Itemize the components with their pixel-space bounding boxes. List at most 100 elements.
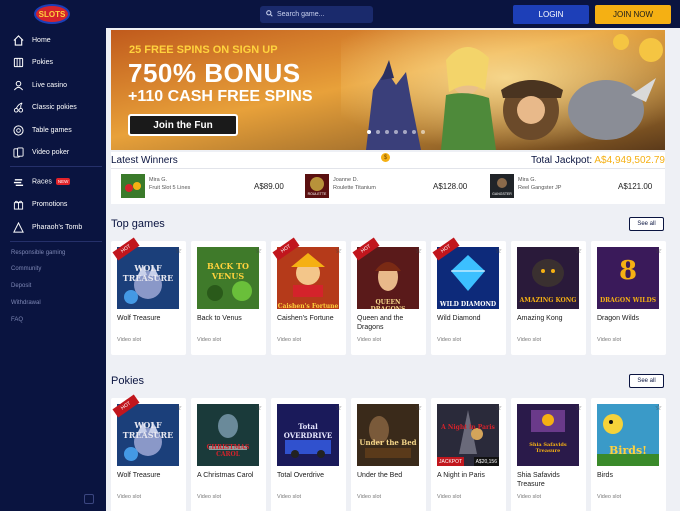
favorite-star-icon[interactable]: ☆ (655, 403, 662, 412)
search-placeholder: Search game... (277, 11, 325, 18)
game-type: Video slot (277, 337, 302, 343)
game-name: Wild Diamond (437, 315, 481, 322)
game-artwork: BACK TO VENUS (197, 247, 259, 309)
favorite-star-icon[interactable]: ☆ (495, 246, 502, 255)
game-card[interactable]: QUEEN DRAGONSHOT☆Queen and the DragonsVi… (351, 237, 426, 355)
game-card[interactable]: Caishen's Fortune HOT ☆ Caishen's Fortune Vi… (271, 237, 346, 355)
carousel-dot[interactable] (412, 130, 416, 134)
game-type: Video slot (597, 337, 622, 343)
sidebar-item-pharaohs-tomb[interactable]: Pharaoh's Tomb (0, 218, 106, 236)
site-logo[interactable]: SLOTS (32, 2, 72, 27)
game-card[interactable]: Under the Bed ☆ Under the Bed Video slot (351, 398, 426, 511)
winner-entry[interactable]: ROULETTE Joanne D. Roulette Titanium A$1… (305, 174, 475, 198)
game-card[interactable]: 8 DRAGON WILDS ☆ Dragon Wilds Video slot (591, 241, 666, 355)
sidebar-item-promotions[interactable]: Promotions (0, 195, 106, 213)
game-name: A Christmas Carol (197, 472, 254, 479)
login-button[interactable]: LOGIN (513, 5, 589, 24)
game-name: Total Overdrive (277, 472, 325, 479)
pokies-see-all-button[interactable]: See all (629, 374, 664, 388)
carousel-dot[interactable] (403, 130, 407, 134)
sidebar-item-label: Home (32, 36, 51, 44)
cards-icon (12, 146, 24, 158)
logo-text: SLOTS (39, 10, 66, 19)
game-type: Video slot (117, 494, 142, 500)
winner-amount: A$128.00 (433, 182, 468, 191)
game-card[interactable]: AMAZING KONG ☆ Amazing Kong Video slot (511, 241, 586, 355)
game-thumbnail: ROULETTE (305, 174, 329, 198)
favorite-star-icon[interactable]: ☆ (655, 246, 662, 255)
game-type: Video slot (277, 494, 302, 500)
sidebar-item-classic-pokies[interactable]: Classic pokies (0, 98, 106, 116)
game-artwork-title: Caishen's Fortune (277, 303, 339, 309)
game-artwork: CHRISTMAS CAROL (197, 404, 259, 466)
favorite-star-icon[interactable]: ☆ (575, 403, 582, 412)
favorite-star-icon[interactable]: ☆ (175, 403, 182, 412)
favorite-star-icon[interactable]: ☆ (255, 246, 262, 255)
search-input[interactable]: Search game... (260, 6, 373, 23)
carousel-dot[interactable] (385, 130, 389, 134)
sidebar-item-live-casino[interactable]: Live casino (0, 76, 106, 94)
game-type: Video slot (517, 337, 542, 343)
banner-carousel-dots (367, 130, 425, 134)
link-responsible-gaming[interactable]: Responsible gaming (11, 250, 65, 256)
join-the-fun-button[interactable]: Join the Fun (128, 114, 238, 136)
game-artwork: A Night in Paris JACKPOT A$20,156 (437, 404, 499, 466)
game-artwork-title: Shia Safavids Treasure (529, 442, 567, 454)
game-type: Video slot (517, 494, 542, 500)
favorite-star-icon[interactable]: ☆ (175, 246, 182, 255)
coin-icon: $ (381, 153, 390, 162)
carousel-dot[interactable] (367, 130, 371, 134)
game-card[interactable]: BACK TO VENUS ☆ Back to Venus Video slot (191, 241, 266, 355)
game-card[interactable]: WILD DIAMOND HOT ☆ Wild Diamond Video slot (431, 237, 506, 355)
link-withdrawal[interactable]: Withdrawal (11, 300, 41, 306)
game-card[interactable]: Birds! ☆ Birds Video slot (591, 398, 666, 511)
game-artwork: Shia Safavids Treasure (517, 404, 579, 466)
sidebar-item-label: Promotions (32, 200, 68, 208)
favorite-star-icon[interactable]: ☆ (415, 403, 422, 412)
sidebar-item-pokies[interactable]: Pokies (0, 53, 106, 71)
sidebar-item-table-games[interactable]: Table games (0, 121, 106, 139)
game-card[interactable]: WOLF TREASURE HOT ☆ Wolf Treasure Video slot (111, 237, 186, 355)
jackpot-label: JACKPOT (437, 457, 465, 466)
game-card[interactable]: Total OVERDRIVE ☆ Total Overdrive Video slo… (271, 398, 346, 511)
collapse-sidebar-button[interactable] (84, 494, 94, 504)
game-card[interactable]: Shia Safavids Treasure ☆ Shia Safavids Tre… (511, 398, 586, 511)
favorite-star-icon[interactable]: ☆ (575, 246, 582, 255)
sidebar-item-label: Live casino (32, 81, 68, 89)
sidebar-item-races[interactable]: Races NEW (0, 173, 106, 191)
game-card[interactable]: CHRISTMAS CAROL ☆ A Christmas Carol Video s… (191, 398, 266, 511)
sidebar-item-video-poker[interactable]: Video poker (0, 143, 106, 161)
top-games-see-all-button[interactable]: See all (629, 217, 664, 231)
winner-entry[interactable]: GANGSTER Mira G. Reel Gangster JP A$121.… (490, 174, 665, 198)
link-deposit[interactable]: Deposit (11, 283, 31, 289)
link-faq[interactable]: FAQ (11, 317, 23, 323)
game-card[interactable]: WOLF TREASURE HOT ☆ Wolf Treasure Video slot (111, 394, 186, 511)
sidebar-item-home[interactable]: Home (0, 31, 106, 49)
sidebar-item-label: Pokies (32, 58, 54, 66)
favorite-star-icon[interactable]: ☆ (495, 403, 502, 412)
game-artwork: Caishen's Fortune (277, 247, 339, 309)
carousel-dot[interactable] (394, 130, 398, 134)
top-games-title: Top games (111, 218, 165, 230)
game-artwork-title: QUEEN DRAGONS (370, 299, 405, 309)
favorite-star-icon[interactable]: ☆ (255, 403, 262, 412)
favorite-star-icon[interactable]: ☆ (335, 403, 342, 412)
game-artwork: Total OVERDRIVE (277, 404, 339, 466)
link-community[interactable]: Community (11, 266, 41, 272)
game-type: Video slot (117, 337, 142, 343)
game-name: Shia Safavids Treasure (517, 472, 560, 488)
sidebar: Home Pokies Live casino Classic pokies T… (0, 28, 106, 511)
winner-entry[interactable]: Mira G. Fruit Slot 5 Lines A$89.00 (121, 174, 291, 198)
carousel-dot[interactable] (421, 130, 425, 134)
latest-winners-title: Latest Winners (111, 155, 178, 166)
favorite-star-icon[interactable]: ☆ (335, 246, 342, 255)
game-artwork: WOLF TREASURE (117, 404, 179, 466)
game-artwork-title: WILD DIAMOND (439, 301, 497, 308)
carousel-dot[interactable] (376, 130, 380, 134)
game-card[interactable]: A Night in Paris JACKPOT A$20,156 ☆ A Night … (431, 398, 506, 511)
join-now-button[interactable]: JOIN NOW (595, 5, 671, 24)
favorite-star-icon[interactable]: ☆ (415, 246, 422, 255)
game-type: Video slot (197, 494, 222, 500)
promo-banner[interactable]: 25 FREE SPINS ON SIGN UP 750% BONUS +110… (111, 30, 665, 150)
game-artwork-title: CHRISTMAS CAROL (206, 444, 250, 458)
